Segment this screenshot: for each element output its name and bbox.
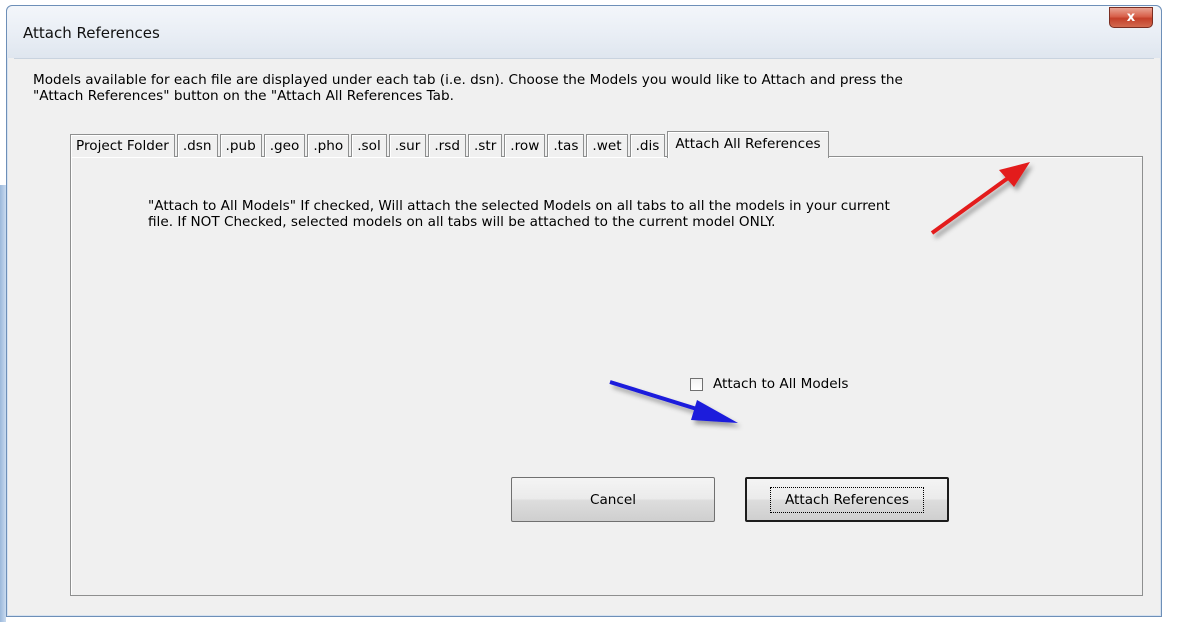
tab-attach-all-references[interactable]: Attach All References xyxy=(667,131,829,158)
annotation-arrows xyxy=(609,162,1030,423)
blue-arrow-icon xyxy=(609,380,738,423)
red-arrow-icon xyxy=(930,162,1030,235)
